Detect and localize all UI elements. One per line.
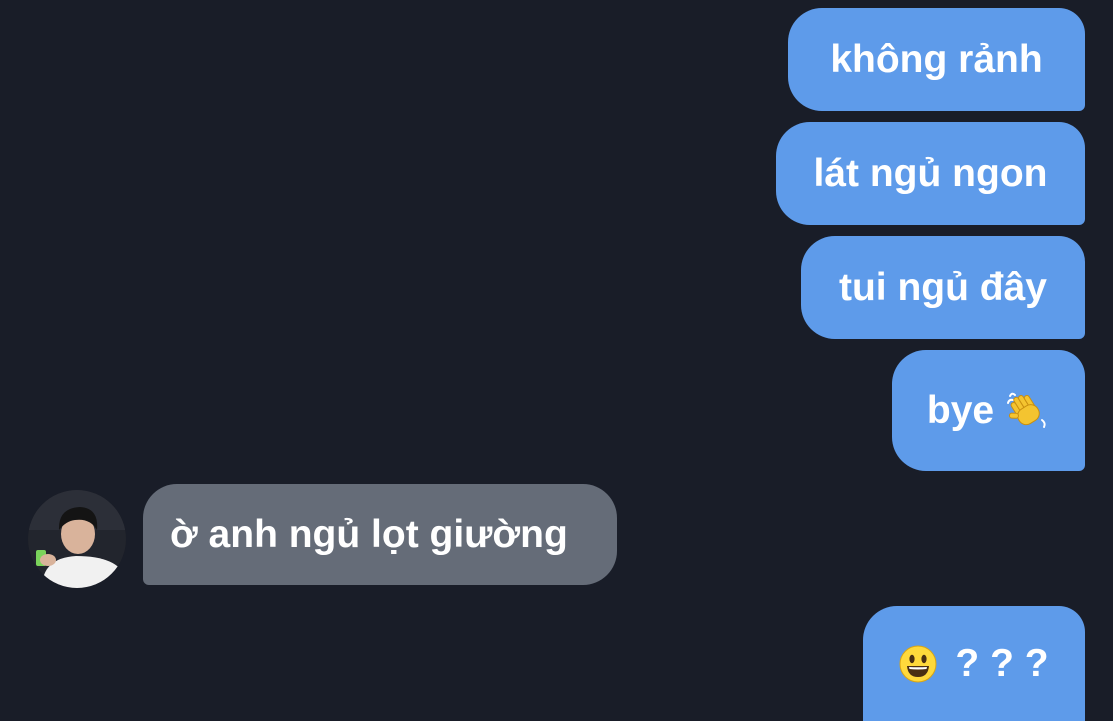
message-text: bye [926,389,995,432]
message-bubble-outgoing[interactable]: không rảnh [788,8,1085,111]
message-text: tui ngủ đây [839,266,1047,309]
chat-thread: không rảnh lát ngủ ngon tui ngủ đây bye [0,0,1113,721]
message-text: ờ anh ngủ lọt giường [170,513,568,556]
message-text: không rảnh [830,38,1043,81]
message-text: ? ? ? [955,642,1049,685]
contact-avatar[interactable] [28,490,126,588]
message-bubble-outgoing[interactable]: tui ngủ đây [801,236,1085,339]
message-bubble-outgoing[interactable]: ? ? ? [863,606,1085,721]
waving-hand-icon [1006,390,1050,432]
grinning-face-icon [899,645,937,683]
message-bubble-outgoing[interactable]: bye [892,350,1085,471]
message-text: lát ngủ ngon [813,152,1048,195]
message-bubble-incoming[interactable]: ờ anh ngủ lọt giường [143,484,617,585]
message-bubble-outgoing[interactable]: lát ngủ ngon [776,122,1085,225]
